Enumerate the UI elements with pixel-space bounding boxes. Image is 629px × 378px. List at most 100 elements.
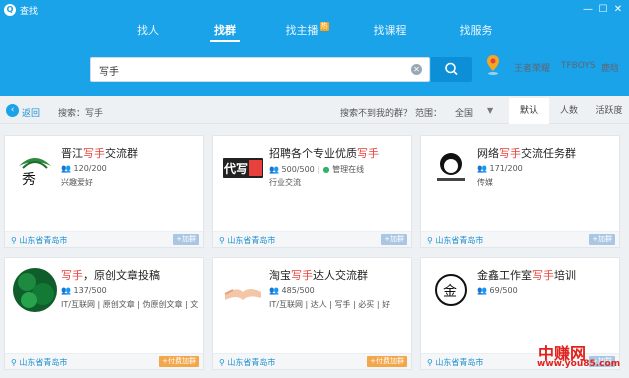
group-name[interactable]: 写手，原创文章投稿 [61,267,160,283]
search-band: ✕ 王者荣耀 TFBOYS 鹿晗 [0,42,629,96]
card-footer: ⚲ 山东省青岛市 +加群 [213,231,411,247]
sort-default[interactable]: 默认 [509,98,549,124]
group-card[interactable]: 写手，原创文章投稿 👥 137/500 IT/互联网 | 原创文章 | 伪原创文章 … [4,257,204,370]
tab-label: 找课程 [373,24,407,37]
people-icon: 👥 [61,286,71,295]
people-icon: 👥 [269,165,279,174]
group-tags: IT/互联网 | 原创文章 | 伪原创文章 | 文 [61,300,199,309]
join-group-button[interactable]: +加群 [589,234,615,245]
managed-status: 管理在线 [332,165,365,174]
people-icon: 👥 [269,286,279,295]
search-breadcrumb: 搜索：写手 [58,109,104,119]
card-footer: ⚲ 山东省青岛市 +付费加群 [5,353,203,369]
group-avatar[interactable]: 金 [429,268,473,312]
not-found-link[interactable]: 搜索不到我的群？ [340,106,412,119]
group-name[interactable]: 晋江写手交流群 [61,145,138,161]
group-name[interactable]: 淘宝写手达人交流群 [269,267,368,283]
svg-text:秀: 秀 [22,172,36,188]
tab-find-courses[interactable]: 找课程 [360,22,420,40]
member-count: 👥 171/200 [477,164,523,173]
svg-text:代写: 代写 [223,161,248,176]
maximize-icon[interactable]: ☐ [596,3,610,17]
group-avatar[interactable]: 代写 [221,146,265,190]
svg-text:金: 金 [443,284,457,300]
group-card[interactable]: 秀 晋江写手交流群 👥 120/200 兴趣爱好 ⚲ 山东省青岛市 +加群 [4,135,204,248]
tab-label: 找服务 [459,24,493,37]
chevron-down-icon[interactable]: ▼ [487,106,493,115]
member-count: 👥 69/500 [477,286,518,295]
location-icon: ⚲ [11,358,17,367]
search-button[interactable] [431,57,472,82]
nav-tabs: 找人 找群 找主播热 找课程 找服务 [0,20,629,42]
search-icon [445,62,458,76]
group-card[interactable]: 金金鑫工作室写手培训 👥 69/500 ⚲ 山东省青岛市 +加群 [420,257,620,370]
title-bar: Q 查找 — ☐ ✕ [0,0,629,20]
hot-badge: 热 [319,22,329,31]
location-icon: ⚲ [11,236,17,245]
group-name[interactable]: 金鑫工作室写手培训 [477,267,576,283]
tab-label: 找主播 [285,24,319,37]
group-avatar[interactable]: 秀 [13,146,57,190]
location-icon: ⚲ [427,358,433,367]
tab-find-services[interactable]: 找服务 [446,22,506,40]
group-avatar[interactable] [429,146,473,190]
range-select[interactable]: 全国 [455,106,473,119]
hot-word[interactable]: TFBOYS [561,61,596,71]
group-avatar[interactable] [13,268,57,312]
group-tags: 兴趣爱好 [61,178,93,187]
member-count: 👥 485/500 [269,286,315,295]
member-count: 👥 500/500 | ● 管理在线 [269,165,365,174]
group-avatar[interactable] [221,268,265,312]
card-footer: ⚲ 山东省青岛市 +加群 [421,231,619,247]
close-icon[interactable]: ✕ [611,3,625,17]
location-icon: ⚲ [219,358,225,367]
people-icon: 👥 [61,164,71,173]
people-icon: 👥 [477,286,487,295]
back-link[interactable]: 返回 [22,106,40,119]
group-name[interactable]: 网络写手交流任务群 [477,145,576,161]
clear-icon[interactable]: ✕ [411,64,422,75]
tab-find-people[interactable]: 找人 [118,22,178,40]
hot-word[interactable]: 鹿晗 [601,61,619,74]
card-footer: ⚲ 山东省青岛市 +付费加群 [213,353,411,369]
location-label: ⚲ 山东省青岛市 [219,358,276,367]
window-title: 查找 [20,7,39,17]
check-icon: ● [322,165,330,174]
join-group-button[interactable]: +付费加群 [159,356,199,367]
hot-word[interactable]: 王者荣耀 [514,61,550,74]
location-label: ⚲ 山东省青岛市 [219,236,276,245]
join-group-button[interactable]: +加群 [381,234,407,245]
group-card[interactable]: 代写 招聘各个专业优质写手 👥 500/500 | ● 管理在线 行业交流 ⚲ 山东省青… [212,135,412,248]
search-box: ✕ [90,57,430,82]
people-icon: 👥 [477,164,487,173]
member-count: 👥 120/200 [61,164,107,173]
search-window: Q 查找 — ☐ ✕ 找人 找群 找主播热 找课程 找服务 ✕ 王者荣耀 [0,0,629,378]
group-card[interactable]: 淘宝写手达人交流群 👥 485/500 IT/互联网 | 达人 | 写手 | 必买 … [212,257,412,370]
card-footer: ⚲ 山东省青岛市 +加群 [5,231,203,247]
sort-activity[interactable]: 活跃度 [589,98,629,124]
watermark-url: www.you85.com [537,359,621,369]
tab-find-groups[interactable]: 找群 [195,22,255,40]
group-card[interactable]: 网络写手交流任务群 👥 171/200 传媒 ⚲ 山东省青岛市 +加群 [420,135,620,248]
location-label: ⚲ 山东省青岛市 [427,236,484,245]
location-label: ⚲ 山东省青岛市 [11,236,68,245]
search-input[interactable] [99,62,399,78]
minimize-icon[interactable]: — [581,3,595,17]
tab-label: 找人 [137,24,159,37]
tab-find-streamers[interactable]: 找主播热 [277,22,337,40]
group-tags: 传媒 [477,178,493,187]
sort-members[interactable]: 人数 [549,98,589,124]
location-icon: ⚲ [219,236,225,245]
group-tags: 行业交流 [269,178,301,187]
join-group-button[interactable]: +加群 [173,234,199,245]
back-arrow-icon[interactable]: ‹ [6,104,19,117]
filter-bar: ‹ 返回 搜索：写手 搜索不到我的群？ 范围： 全国 ▼ 默认 人数 活跃度 [0,98,629,124]
location-icon: ⚲ [427,236,433,245]
member-count: 👥 137/500 [61,286,107,295]
location-label: ⚲ 山东省青岛市 [11,358,68,367]
group-name[interactable]: 招聘各个专业优质写手 [269,145,379,161]
location-pin-icon[interactable] [486,54,500,76]
join-group-button[interactable]: +付费加群 [367,356,407,367]
tab-label: 找群 [214,24,236,37]
qq-logo-icon: Q [4,4,16,16]
